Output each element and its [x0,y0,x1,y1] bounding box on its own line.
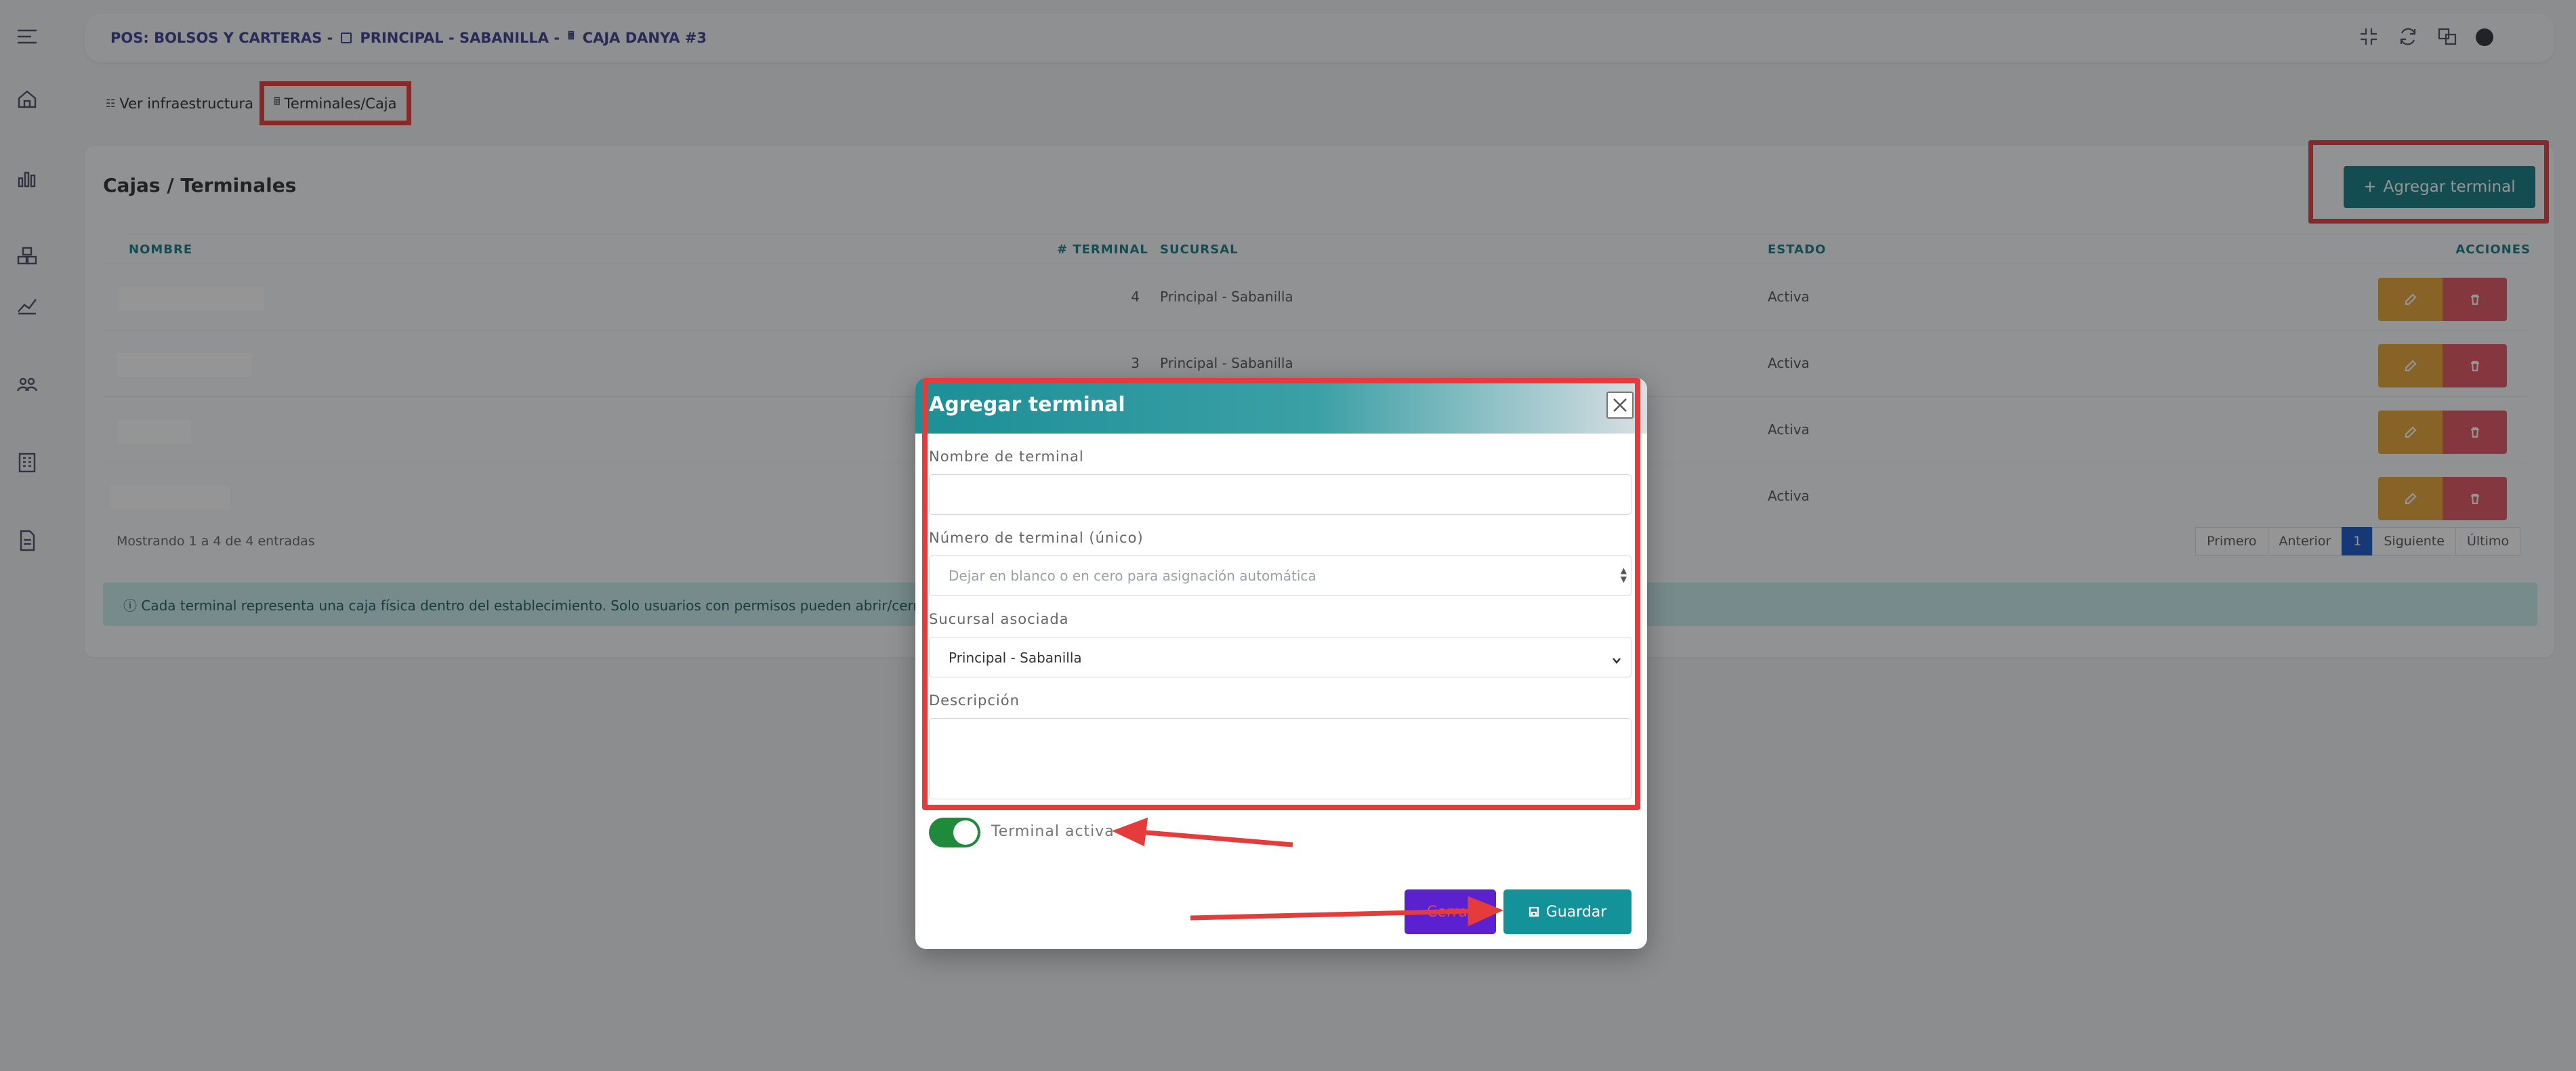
add-terminal-modal: Agregar terminal Nombre de terminal Núme… [915,378,1647,949]
save-label: Guardar [1545,903,1607,921]
name-label: Nombre de terminal [929,448,1084,465]
number-stepper[interactable]: ▲ ▼ [1621,566,1627,584]
save-button[interactable]: Guardar [1503,889,1632,934]
toggle-knob [953,820,978,845]
terminal-name-input[interactable] [929,474,1632,515]
active-toggle[interactable] [929,818,980,847]
modal-header: Agregar terminal [915,378,1647,434]
save-icon [1529,906,1539,917]
toggle-label: Terminal activa [991,823,1115,840]
close-button[interactable]: Cerrar [1405,889,1496,934]
modal-title: Agregar terminal [929,393,1125,417]
branch-selected: Principal - Sabanilla [949,650,1082,666]
number-wrapper: ▲▼ [915,555,1647,596]
terminal-number-input[interactable] [929,555,1632,596]
number-label: Número de terminal (único) [929,530,1144,546]
branch-label: Sucursal asociada [929,611,1069,627]
branch-select[interactable]: Principal - Sabanilla [929,637,1632,677]
chevron-down-icon [1612,652,1621,664]
description-textarea[interactable] [929,718,1632,799]
description-label: Descripción [929,692,1020,709]
close-icon [1613,398,1627,412]
modal-close-button[interactable] [1606,392,1634,419]
